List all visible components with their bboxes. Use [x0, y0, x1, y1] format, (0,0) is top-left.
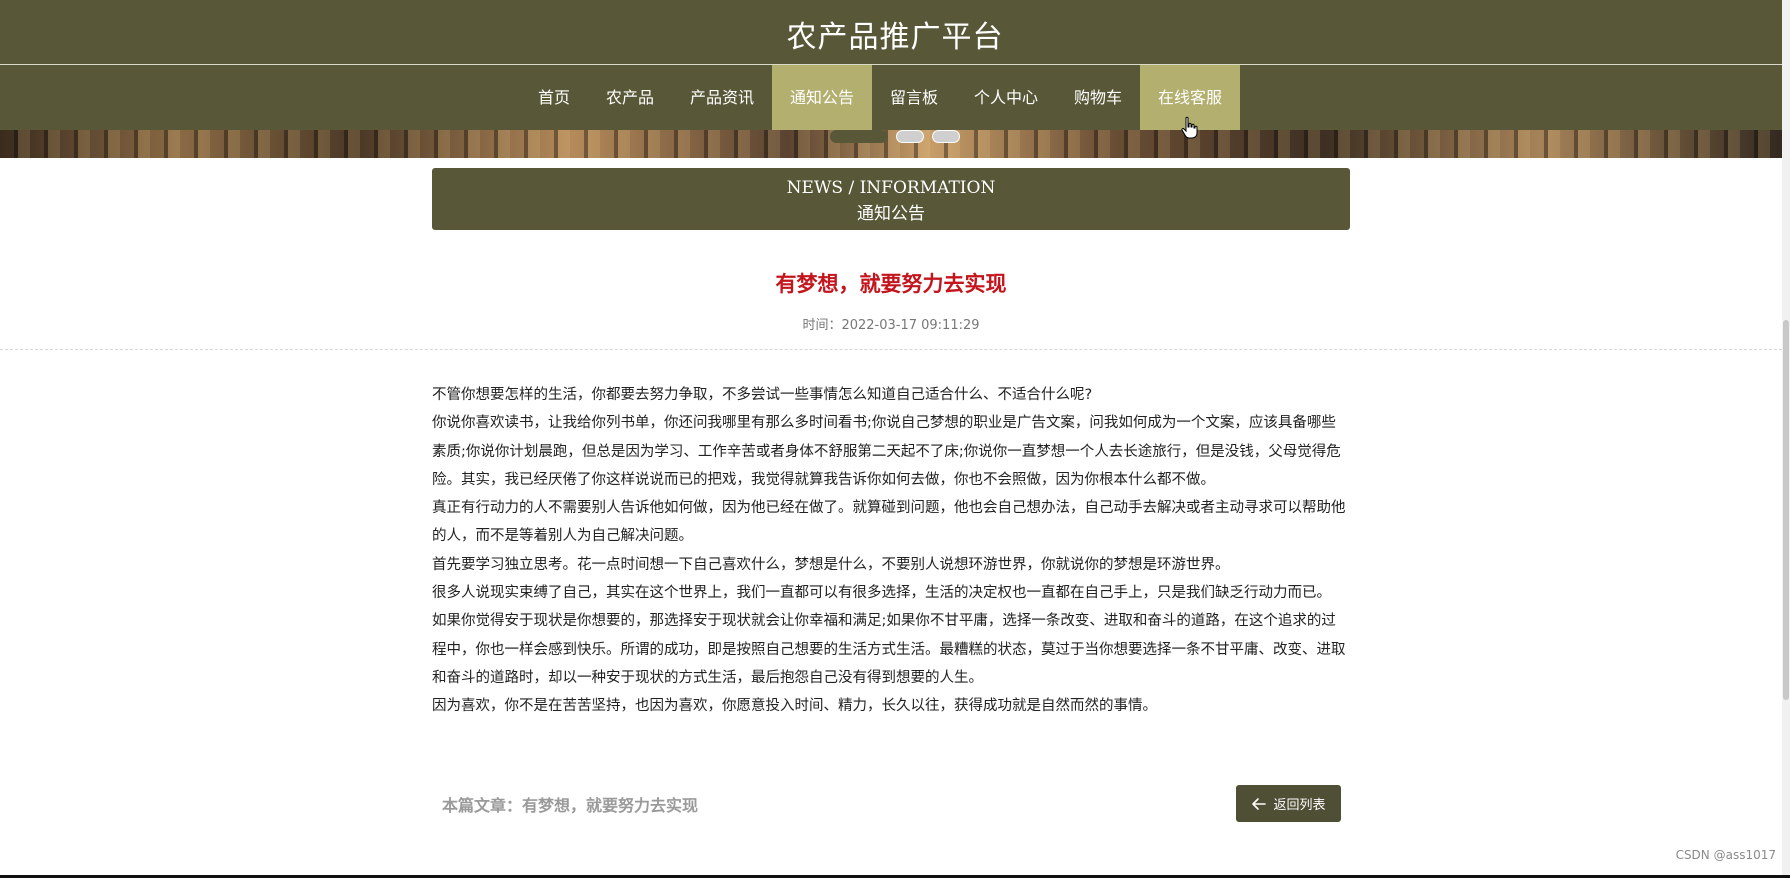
- article-title: 有梦想，就要努力去实现: [775, 272, 1007, 296]
- back-to-list-label: 返回列表: [1273, 798, 1326, 813]
- nav-item-cart[interactable]: 购物车: [1056, 65, 1140, 130]
- current-article: 本篇文章：有梦想，就要努力去实现: [442, 792, 698, 816]
- nav-item-message-board[interactable]: 留言板: [872, 65, 956, 130]
- article-paragraph: 很多人说现实束缚了自己，其实在这个世界上，我们一直都可以有很多选择，生活的决定权…: [432, 585, 1331, 602]
- article-paragraph: 真正有行动力的人不需要别人告诉他如何做，因为他已经在做了。就算碰到问题，他也会自…: [432, 500, 1346, 545]
- current-article-title: 有梦想，就要努力去实现: [522, 796, 699, 815]
- article-time: 时间：2022-03-17 09:11:29: [802, 318, 980, 333]
- page-scrollbar[interactable]: [1782, 0, 1790, 878]
- divider: [0, 349, 1782, 350]
- back-to-list-button[interactable]: 返回列表: [1236, 785, 1341, 822]
- article-paragraph: 不管你想要怎样的生活，你都要去努力争取，不多尝试一些事情怎么知道自己适合什么、不…: [432, 387, 1093, 403]
- carousel-dot-3[interactable]: [932, 130, 960, 143]
- carousel-dots: [830, 130, 960, 143]
- nav-item-notices[interactable]: 通知公告: [771, 65, 872, 130]
- nav-list: 首页 农产品 产品资讯 通知公告 留言板 个人中心 购物车 在线客服: [0, 65, 1790, 130]
- site-header: 农产品推广平台: [0, 0, 1790, 64]
- pointer-hand-icon: [1181, 116, 1198, 139]
- main-nav: 首页 农产品 产品资讯 通知公告 留言板 个人中心 购物车 在线客服: [0, 64, 1790, 130]
- article-paragraph: 如果你觉得安于现状是你想要的，那选择安于现状就会让你幸福和满足;如果你不甘平庸，…: [432, 613, 1346, 686]
- scrollbar-thumb[interactable]: [1783, 320, 1789, 700]
- carousel-dot-2[interactable]: [896, 130, 924, 143]
- section-title-cn: 通知公告: [857, 204, 925, 224]
- arrow-left-icon: [1252, 797, 1267, 810]
- article-content: 不管你想要怎样的生活，你都要去努力争取，不多尝试一些事情怎么知道自己适合什么、不…: [432, 381, 1350, 721]
- watermark: CSDN @ass1017: [1675, 848, 1776, 862]
- nav-item-product-news[interactable]: 产品资讯: [672, 65, 772, 130]
- nav-item-home[interactable]: 首页: [520, 65, 588, 130]
- section-title-en: NEWS / INFORMATION: [786, 178, 996, 198]
- nav-item-products[interactable]: 农产品: [588, 65, 672, 130]
- section-header: NEWS / INFORMATION 通知公告: [432, 168, 1350, 230]
- nav-item-user-center[interactable]: 个人中心: [956, 65, 1056, 130]
- carousel-dot-1[interactable]: [830, 130, 888, 143]
- article-paragraph: 因为喜欢，你不是在苦苦坚持，也因为喜欢，你愿意投入时间、精力，长久以往，获得成功…: [432, 698, 1157, 715]
- current-article-label: 本篇文章：: [442, 796, 523, 815]
- article-paragraph: 首先要学习独立思考。花一点时间想一下自己喜欢什么，梦想是什么，不要别人说想环游世…: [432, 556, 1230, 573]
- site-title: 农产品推广平台: [786, 20, 1004, 55]
- article-paragraph: 你说你喜欢读书，让我给你列书单，你还问我哪里有那么多时间看书;你说自己梦想的职业…: [432, 415, 1341, 488]
